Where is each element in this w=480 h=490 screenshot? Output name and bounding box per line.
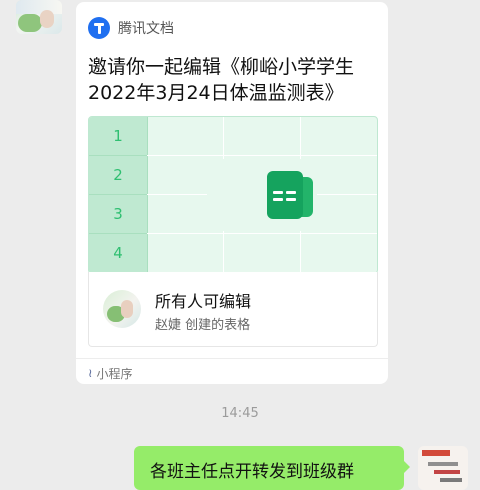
row-number: 1 <box>89 117 147 156</box>
app-name: 腾讯文档 <box>118 21 174 37</box>
avatar-stripe <box>428 462 458 466</box>
avatar-stripe <box>434 470 460 474</box>
creator-avatar-child <box>121 300 133 318</box>
grid-line <box>147 233 377 234</box>
sheet-icon-front <box>267 171 303 219</box>
shared-doc-card[interactable]: 腾讯文档 邀请你一起编辑《柳峪小学学生2022年3月24日体温监测表》 1 2 … <box>76 2 388 384</box>
sender-avatar[interactable] <box>16 0 62 34</box>
avatar-sky <box>16 0 62 14</box>
bubble-tail <box>403 460 410 474</box>
message-text: 各班主任点开转发到班级群 <box>150 462 354 482</box>
doc-meta: 所有人可编辑 赵婕 创建的表格 <box>88 272 378 347</box>
my-avatar[interactable] <box>418 446 468 490</box>
card-header: 腾讯文档 <box>88 16 174 40</box>
creator-avatar <box>103 290 141 328</box>
row-number: 3 <box>89 195 147 234</box>
avatar-stripe <box>422 450 450 456</box>
mini-program-icon: ≀ <box>88 366 93 380</box>
avatar-child <box>40 10 54 28</box>
row-number: 2 <box>89 156 147 195</box>
grid-line <box>147 155 377 156</box>
row-number-column: 1 2 3 4 <box>89 117 148 273</box>
avatar-bush <box>18 14 42 32</box>
edit-permission: 所有人可编辑 <box>155 292 252 311</box>
outgoing-message-bubble[interactable]: 各班主任点开转发到班级群 <box>134 446 410 490</box>
tencent-docs-logo-icon <box>88 17 110 39</box>
creator-line: 赵婕 创建的表格 <box>155 318 251 333</box>
row-number: 4 <box>89 234 147 273</box>
chat-timestamp: 14:45 <box>221 406 259 421</box>
mini-program-label: ≀ 小程序 <box>88 364 133 382</box>
sheet-preview: 1 2 3 4 <box>88 116 378 274</box>
avatar-stripe <box>440 478 462 482</box>
sheet-grid <box>147 117 377 273</box>
spreadsheet-icon <box>267 171 313 219</box>
card-title: 邀请你一起编辑《柳峪小学学生2022年3月24日体温监测表》 <box>88 56 355 104</box>
card-divider <box>76 358 388 359</box>
mini-program-text: 小程序 <box>96 366 133 381</box>
